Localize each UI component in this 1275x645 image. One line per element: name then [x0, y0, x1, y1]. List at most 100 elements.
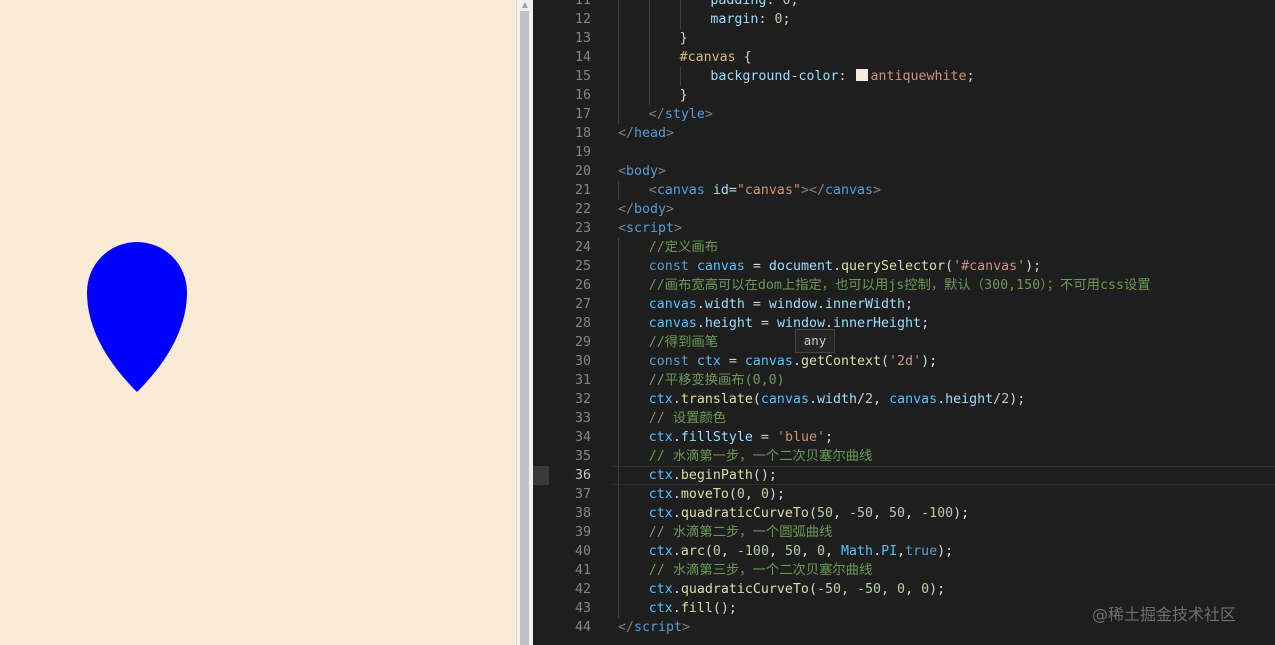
code-text: // 设置颜色: [648, 410, 727, 426]
line-number: 32: [574, 391, 591, 407]
watermark: @稀土掘金技术社区: [1092, 605, 1237, 624]
indent-guide: [679, 9, 681, 29]
canvas-preview: [0, 0, 516, 645]
line-number: 30: [574, 353, 591, 369]
indent-guide: [618, 370, 619, 390]
code-line[interactable]: 14 #canvas {: [533, 47, 1275, 67]
code-line[interactable]: 39 // 水滴第二步，一个圆弧曲线: [533, 522, 1275, 542]
line-number: 31: [574, 372, 591, 388]
line-number: 33: [574, 410, 591, 426]
code-line[interactable]: 20 <body>: [533, 162, 1275, 181]
code-line[interactable]: 27 canvas.width = window.innerWidth;: [533, 294, 1275, 314]
code-line[interactable]: 25 const canvas = document.querySelector(…: [533, 256, 1275, 276]
code-text: ctx.quadraticCurveTo(-50, -50, 0, 0);: [648, 581, 946, 597]
indent-guide: [618, 408, 619, 428]
indent-guide: [618, 522, 619, 542]
code-line[interactable]: 11 padding: 0;: [533, 0, 1275, 10]
line-number: 39: [574, 524, 591, 540]
line-number: 37: [574, 486, 591, 502]
water-drop-shape: [87, 242, 187, 392]
code-line[interactable]: 35 // 水滴第一步，一个二次贝塞尔曲线: [533, 446, 1275, 466]
code-line[interactable]: 41 // 水滴第三步，一个二次贝塞尔曲线: [533, 560, 1275, 580]
indent-guide: [679, 66, 681, 86]
code-line[interactable]: 40 ctx.arc(0, -100, 50, 0, Math.PI,true);: [533, 541, 1275, 561]
indent-guide: [618, 579, 619, 599]
line-number: 24: [574, 239, 591, 255]
scroll-up-arrow-icon[interactable]: ▲: [520, 1, 530, 9]
code-text: background-color: antiquewhite;: [710, 68, 975, 84]
line-number: 29: [574, 334, 591, 350]
code-line[interactable]: 33 // 设置颜色: [533, 408, 1275, 428]
code-text: #canvas {: [679, 49, 752, 65]
indent-guide: [618, 0, 619, 10]
code-text: const canvas = document.querySelector('#…: [648, 258, 1042, 274]
code-text: }: [679, 87, 688, 103]
color-swatch-icon[interactable]: [855, 68, 868, 81]
code-text: ctx.translate(canvas.width/2, canvas.hei…: [648, 391, 1026, 407]
code-line[interactable]: 29 //得到画笔: [533, 332, 1275, 352]
code-line[interactable]: 15 background-color: antiquewhite;: [533, 66, 1275, 86]
line-number: 40: [574, 543, 591, 559]
indent-guide: [618, 313, 619, 333]
indent-guide: [618, 484, 619, 504]
line-number: 11: [574, 0, 591, 8]
line-number: 34: [574, 429, 591, 445]
code-line[interactable]: 12 margin: 0;: [533, 9, 1275, 29]
code-line[interactable]: 16}: [533, 85, 1275, 105]
indent-guide: [618, 85, 619, 105]
code-text: </head>: [618, 125, 675, 141]
code-line[interactable]: 42 ctx.quadraticCurveTo(-50, -50, 0, 0);: [533, 579, 1275, 599]
line-number: 19: [574, 144, 591, 160]
preview-scrollbar[interactable]: ▲: [516, 0, 533, 645]
code-line[interactable]: 37 ctx.moveTo(0, 0);: [533, 484, 1275, 504]
code-editor[interactable]: 11 padding: 0; 12 margin: 0; 13} 14 #canvas {1…: [533, 0, 1275, 645]
indent-guide: [618, 560, 619, 580]
indent-guide: [648, 28, 650, 48]
code-line[interactable]: 26 //画布宽高可以在dom上指定，也可以用js控制，默认（300,150）；不…: [533, 275, 1275, 295]
code-line[interactable]: 13}: [533, 28, 1275, 48]
line-number: 44: [574, 619, 591, 635]
line-number: 18: [574, 125, 591, 141]
indent-guide: [618, 275, 619, 295]
indent-guide: [618, 503, 619, 523]
code-text: canvas.width = window.innerWidth;: [648, 296, 914, 312]
indent-guide: [618, 427, 619, 447]
code-line[interactable]: 31 //平移变换画布(0,0): [533, 370, 1275, 390]
code-line[interactable]: 32 ctx.translate(canvas.width/2, canvas.h…: [533, 389, 1275, 409]
code-line[interactable]: 22 </body>: [533, 200, 1275, 219]
line-number: 43: [574, 600, 591, 616]
indent-guide: [648, 66, 650, 86]
code-line[interactable]: 28 canvas.height = window.innerHeight;: [533, 313, 1275, 333]
code-line[interactable]: 30 const ctx = canvas.getContext('2d');: [533, 351, 1275, 371]
code-line[interactable]: 21 <canvas id="canvas"></canvas>: [533, 180, 1275, 200]
code-line[interactable]: 17 </style>: [533, 104, 1275, 124]
code-line[interactable]: 38 ctx.quadraticCurveTo(50, -50, 50, -100…: [533, 503, 1275, 523]
line-number: 17: [574, 106, 591, 122]
indent-guide: [618, 294, 619, 314]
code-line[interactable]: 34 ctx.fillStyle = 'blue';: [533, 427, 1275, 447]
code-text: ctx.fill();: [648, 600, 737, 616]
code-text: ctx.fillStyle = 'blue';: [648, 429, 833, 445]
code-text: margin: 0;: [710, 11, 791, 27]
code-text: <canvas id="canvas"></canvas>: [648, 182, 882, 198]
line-number: 22: [574, 201, 591, 217]
code-line[interactable]: 19: [533, 143, 1275, 162]
code-text: //平移变换画布(0,0): [648, 372, 785, 388]
code-line[interactable]: 36 ctx.beginPath();: [533, 465, 1275, 485]
code-line[interactable]: 23 <script>: [533, 219, 1275, 238]
code-text: const ctx = canvas.getContext('2d');: [648, 353, 938, 369]
indent-guide: [648, 47, 650, 67]
code-line[interactable]: 18 </head>: [533, 124, 1275, 143]
scroll-thumb[interactable]: [520, 11, 529, 645]
indent-guide: [648, 85, 650, 105]
line-number: 20: [574, 163, 591, 179]
code-text: <script>: [618, 220, 683, 236]
indent-guide: [618, 104, 619, 124]
indent-guide: [618, 256, 619, 276]
code-text: ctx.quadraticCurveTo(50, -50, 50, -100);: [648, 505, 970, 521]
indent-guide: [618, 598, 619, 618]
code-line[interactable]: 24 //定义画布: [533, 237, 1275, 257]
canvas-drawing: [87, 242, 187, 392]
indent-guide: [618, 446, 619, 466]
line-number: 23: [574, 220, 591, 236]
